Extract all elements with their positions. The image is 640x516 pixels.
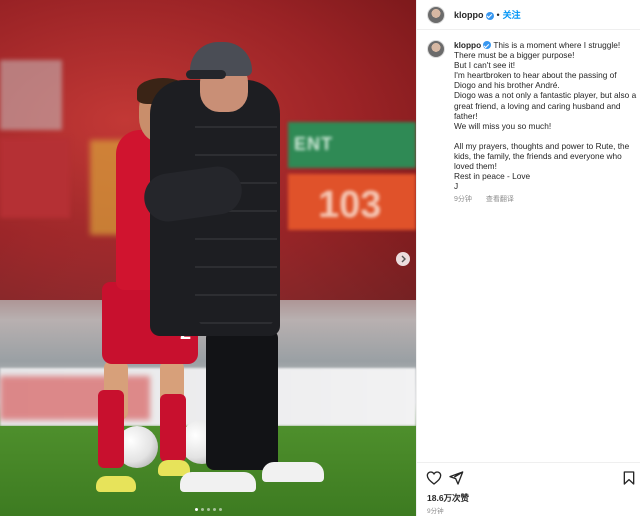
cap-brim — [186, 70, 226, 79]
stand-banner — [0, 60, 62, 130]
carousel-dot — [212, 508, 216, 511]
translate-link[interactable]: 查看翻译 — [486, 196, 514, 203]
caption-line: J — [454, 181, 459, 192]
carousel-dot — [218, 508, 222, 511]
carousel-dot — [200, 508, 204, 511]
chevron-right-icon[interactable] — [396, 252, 410, 266]
caption-gap — [454, 131, 638, 141]
follow-button[interactable]: 关注 — [503, 8, 521, 21]
player-boot — [96, 476, 136, 492]
manager-trainer — [262, 462, 324, 482]
caption-line: Diogo was a not only a fantastic player,… — [454, 90, 637, 121]
like-count[interactable]: 18.6万次赞 — [427, 492, 469, 504]
heart-icon[interactable] — [426, 470, 442, 486]
exit-sign-text: ENT — [294, 134, 333, 154]
caption-line: All my prayers, thoughts and power to Ru… — [454, 140, 630, 172]
verified-badge-icon — [483, 41, 492, 49]
caption-line: I'm heartbroken to hear about the passin… — [454, 70, 617, 91]
caption-text: kloppo This is a moment where I struggle… — [454, 40, 638, 206]
comment-meta: 9分钟 查看翻译 — [454, 195, 638, 205]
stand-banner — [0, 138, 70, 218]
manager-trousers — [206, 330, 278, 470]
caption-line: This is a moment where I struggle! — [493, 40, 621, 50]
manager-trainer — [180, 472, 256, 492]
caption-line: Rest in peace - Love — [454, 171, 531, 182]
avatar[interactable] — [427, 40, 445, 58]
header-separator: • — [496, 9, 500, 20]
carousel-dot — [206, 508, 210, 511]
post-header: kloppo • 关注 — [417, 0, 640, 30]
comment-time: 9分钟 — [454, 196, 472, 204]
paper-plane-icon[interactable] — [448, 470, 464, 486]
username[interactable]: kloppo — [454, 10, 484, 20]
bookmark-icon[interactable] — [621, 470, 637, 486]
post-image[interactable]: ENT 103 2 — [0, 0, 416, 516]
player-legs — [98, 360, 190, 470]
carousel-dot — [194, 508, 198, 511]
carousel-dots — [0, 508, 416, 511]
caption-line: We will miss you so much! — [454, 120, 552, 131]
caption-username[interactable]: kloppo — [454, 40, 481, 50]
avatar[interactable] — [427, 5, 445, 24]
caption-line: There must be a bigger purpose! — [454, 50, 575, 61]
caption-line: But I can't see it! — [454, 60, 516, 71]
stand-number: 103 — [318, 184, 382, 226]
caption-comment: kloppo This is a moment where I struggle… — [427, 40, 639, 206]
post-sidebar: kloppo • 关注 kloppo This is a moment wher… — [416, 0, 640, 516]
post-timestamp: 9分钟 — [427, 508, 444, 515]
verified-badge-icon — [485, 11, 494, 20]
action-bar — [417, 462, 640, 492]
